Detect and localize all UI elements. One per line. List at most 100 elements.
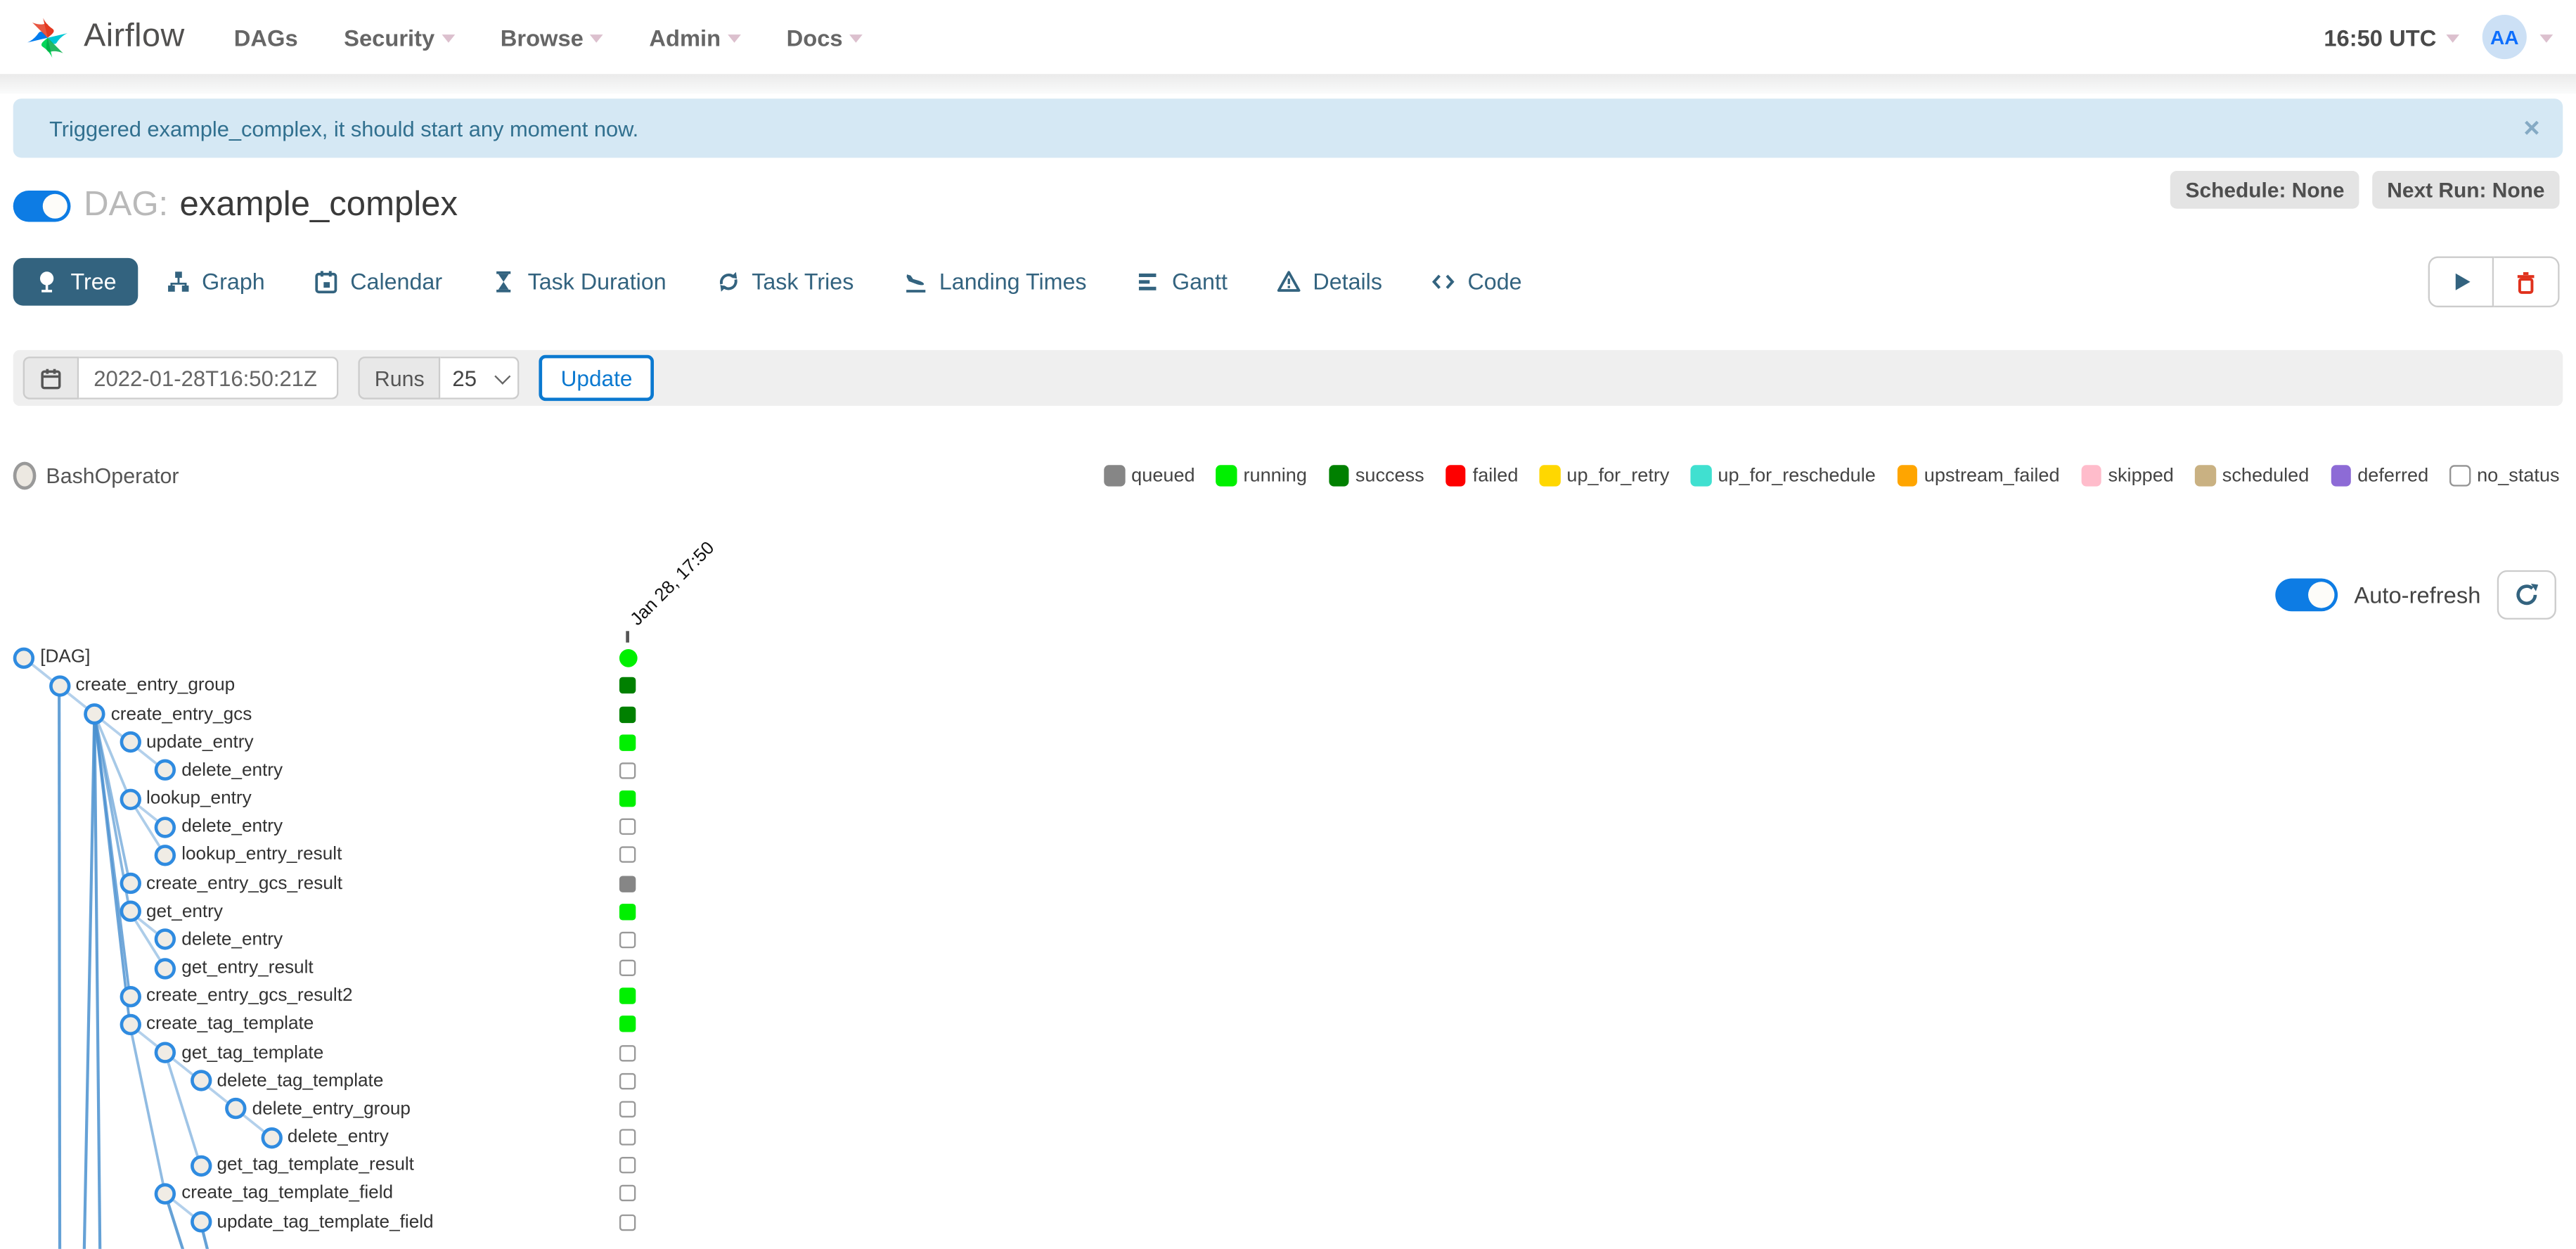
task-status-square[interactable]: [619, 987, 636, 1005]
nav-item-docs[interactable]: Docs: [787, 24, 863, 50]
dag-pause-toggle[interactable]: [13, 189, 71, 222]
dag-run-status[interactable]: [619, 648, 638, 667]
task-label: get_entry: [146, 902, 223, 922]
task-status-square[interactable]: [619, 1129, 636, 1146]
status-label: up_for_retry: [1566, 465, 1670, 487]
status-legend-item: queued: [1104, 465, 1195, 487]
status-chip-scheduled: [2195, 465, 2216, 487]
task-status-square[interactable]: [619, 1157, 636, 1174]
status-chip-success: [1328, 465, 1349, 487]
task-status-square[interactable]: [619, 875, 636, 892]
user-menu[interactable]: AA: [2482, 15, 2554, 60]
tab-gantt[interactable]: Gantt: [1114, 258, 1249, 306]
task-status-square[interactable]: [619, 1185, 636, 1202]
task-status-square[interactable]: [619, 762, 636, 779]
tab-code[interactable]: Code: [1410, 258, 1543, 306]
calendar-icon: [315, 271, 337, 294]
tree-edge-continuation: [82, 714, 96, 1249]
update-button[interactable]: Update: [539, 354, 654, 402]
num-runs-value: 25: [452, 365, 477, 390]
task-status-square[interactable]: [619, 931, 636, 949]
status-legend-item: up_for_retry: [1539, 465, 1670, 487]
graph-icon: [167, 271, 189, 292]
trigger-dag-button[interactable]: [2428, 256, 2494, 307]
tab-label: Code: [1467, 269, 1522, 295]
tab-graph[interactable]: Graph: [144, 258, 286, 306]
task-label: lookup_entry: [146, 788, 252, 809]
auto-refresh-toggle[interactable]: [2275, 578, 2338, 612]
task-label: get_tag_template_result: [217, 1155, 414, 1176]
tab-details[interactable]: Details: [1256, 258, 1404, 306]
base-date-input[interactable]: [79, 357, 339, 399]
task-label: create_entry_gcs_result2: [146, 986, 353, 1006]
tab-label: Task Duration: [527, 269, 666, 295]
caret-down-icon: [2446, 34, 2460, 43]
status-chip-up_for_reschedule: [1690, 465, 1712, 487]
task-node-circle[interactable]: [154, 1183, 176, 1205]
tab-tree[interactable]: Tree: [13, 257, 138, 306]
landing-icon: [906, 274, 925, 293]
task-node-circle[interactable]: [189, 1211, 212, 1233]
task-status-square[interactable]: [619, 734, 636, 751]
task-status-square[interactable]: [619, 1044, 636, 1061]
tree-icon: [39, 271, 54, 293]
tab-label: Landing Times: [939, 269, 1087, 295]
task-node-circle[interactable]: [154, 816, 176, 838]
task-status-square[interactable]: [619, 959, 636, 977]
task-status-square[interactable]: [619, 1213, 636, 1231]
dag-title: example_complex: [179, 186, 458, 224]
auto-refresh-label: Auto-refresh: [2354, 582, 2481, 608]
task-label: create_tag_template_field: [181, 1184, 394, 1204]
task-status-square[interactable]: [619, 819, 636, 835]
task-node-circle[interactable]: [119, 788, 141, 810]
task-label: delete_tag_template: [217, 1070, 384, 1091]
brand[interactable]: Airflow: [23, 13, 185, 62]
tab-task-duration[interactable]: Task Duration: [470, 258, 688, 306]
tab-calendar[interactable]: Calendar: [292, 258, 463, 306]
task-node-circle[interactable]: [48, 675, 70, 697]
task-status-square[interactable]: [619, 705, 636, 723]
airflow-app: Airflow DAGs Security Browse Admin Docs 16:5…: [0, 0, 2576, 1249]
task-node-circle[interactable]: [119, 1013, 141, 1035]
tab-landing-times[interactable]: Landing Times: [882, 258, 1108, 306]
status-legend-item: no_status: [2449, 465, 2560, 487]
navbar: Airflow DAGs Security Browse Admin Docs 16:5…: [0, 0, 2576, 75]
task-status-square[interactable]: [619, 677, 636, 695]
tab-label: Task Tries: [752, 269, 854, 295]
task-node-circle[interactable]: [119, 985, 141, 1007]
delete-dag-button[interactable]: [2494, 256, 2560, 307]
task-label: create_entry_gcs: [110, 704, 252, 724]
task-label: [DAG]: [40, 648, 91, 668]
task-status-square[interactable]: [619, 1016, 636, 1033]
clock-menu[interactable]: 16:50 UTC: [2324, 24, 2460, 50]
nav-item-browse[interactable]: Browse: [501, 24, 603, 50]
nav-item-admin[interactable]: Admin: [649, 24, 741, 50]
nav-item-label: Docs: [786, 23, 843, 51]
task-node-circle[interactable]: [154, 957, 176, 979]
tab-label: Tree: [70, 269, 117, 295]
num-runs-select[interactable]: 25: [441, 357, 520, 399]
status-label: running: [1243, 465, 1307, 487]
run-column-header[interactable]: Jan 28, 17:50: [627, 539, 719, 630]
task-node-circle[interactable]: [84, 703, 105, 725]
close-icon[interactable]: ×: [2523, 114, 2539, 142]
nav-item-dags[interactable]: DAGs: [234, 24, 298, 50]
refresh-button[interactable]: [2497, 570, 2556, 620]
task-label: update_entry: [146, 732, 254, 752]
status-label: queued: [1131, 465, 1195, 487]
tab-task-tries[interactable]: Task Tries: [694, 258, 875, 306]
view-tabs: Tree Graph Calendar Task Duration Task Tries…: [13, 257, 1543, 306]
task-node-circle[interactable]: [154, 1042, 176, 1063]
task-node-circle[interactable]: [189, 1154, 212, 1177]
task-status-square[interactable]: [619, 1101, 636, 1117]
task-status-square[interactable]: [619, 1072, 636, 1089]
task-node-circle[interactable]: [13, 647, 35, 669]
task-status-square[interactable]: [619, 903, 636, 920]
alert-text: Triggered example_complex, it should sta…: [49, 115, 639, 141]
task-label: get_entry_result: [181, 958, 314, 978]
task-status-square[interactable]: [619, 790, 636, 807]
nav-item-security[interactable]: Security: [344, 24, 455, 50]
task-node-circle[interactable]: [154, 844, 176, 866]
task-status-square[interactable]: [619, 847, 636, 864]
refresh-row: Auto-refresh: [2275, 570, 2556, 620]
